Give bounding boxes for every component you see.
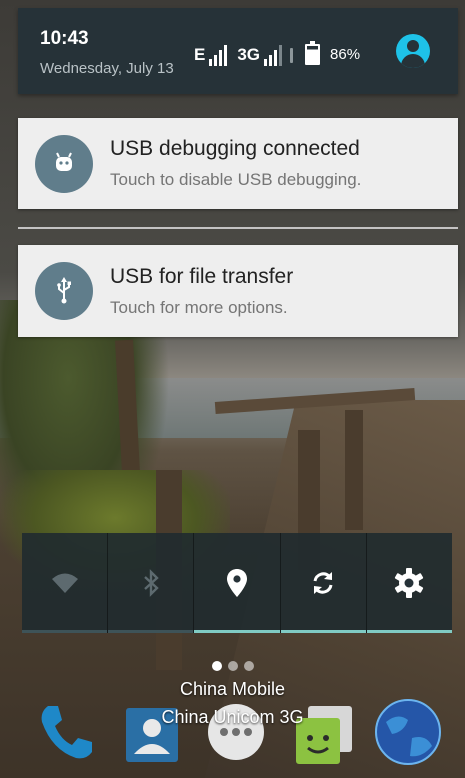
vibrate-icon: [290, 48, 294, 63]
clock: 10:43: [40, 28, 89, 49]
status-icons: E 3G 86%: [194, 36, 360, 66]
notification-usb-file-transfer[interactable]: USB for file transfer Touch for more opt…: [18, 245, 458, 337]
quick-setting-location[interactable]: [194, 533, 281, 633]
battery-level: 86%: [330, 46, 361, 63]
page-dot: [228, 661, 238, 671]
quick-setting-auto-rotate[interactable]: [280, 533, 367, 633]
usb-icon: [35, 262, 93, 320]
user-avatar-icon[interactable]: [396, 34, 430, 68]
quick-setting-wifi[interactable]: [22, 533, 109, 633]
notification-subtitle: Touch to disable USB debugging.: [110, 170, 362, 189]
quick-setting-settings[interactable]: [366, 533, 453, 633]
notification-shade-header[interactable]: 10:43 Wednesday, July 13 E 3G 86%: [18, 8, 458, 94]
page-dot: [244, 661, 254, 671]
network-type-3g: 3G: [237, 45, 261, 64]
auto-rotate-icon: [313, 572, 333, 594]
page-indicator: [212, 661, 254, 671]
notification-usb-debugging[interactable]: USB debugging connected Touch to disable…: [18, 118, 458, 209]
signal-icon: [264, 44, 283, 66]
network-type-e: E: [194, 45, 206, 64]
wallpaper-post: [345, 410, 363, 530]
page-dot: [212, 661, 222, 671]
settings-icon: [395, 568, 424, 598]
quick-setting-bluetooth[interactable]: [108, 533, 195, 633]
notification-subtitle: Touch for more options.: [110, 298, 288, 317]
notification-title: USB debugging connected: [110, 137, 360, 160]
location-icon: [227, 569, 247, 597]
quick-settings-bar: [22, 533, 453, 633]
signal-icon: [209, 44, 228, 66]
android-debug-icon: [35, 135, 93, 193]
carrier-label-2: China Unicom 3G: [161, 707, 304, 727]
wifi-icon: [51, 573, 78, 593]
date[interactable]: Wednesday, July 13: [40, 60, 174, 77]
divider: [18, 227, 458, 229]
battery-icon: [305, 41, 321, 65]
carrier-label-1: China Mobile: [179, 679, 286, 699]
bluetooth-icon: [143, 569, 159, 597]
notification-title: USB for file transfer: [110, 265, 294, 288]
